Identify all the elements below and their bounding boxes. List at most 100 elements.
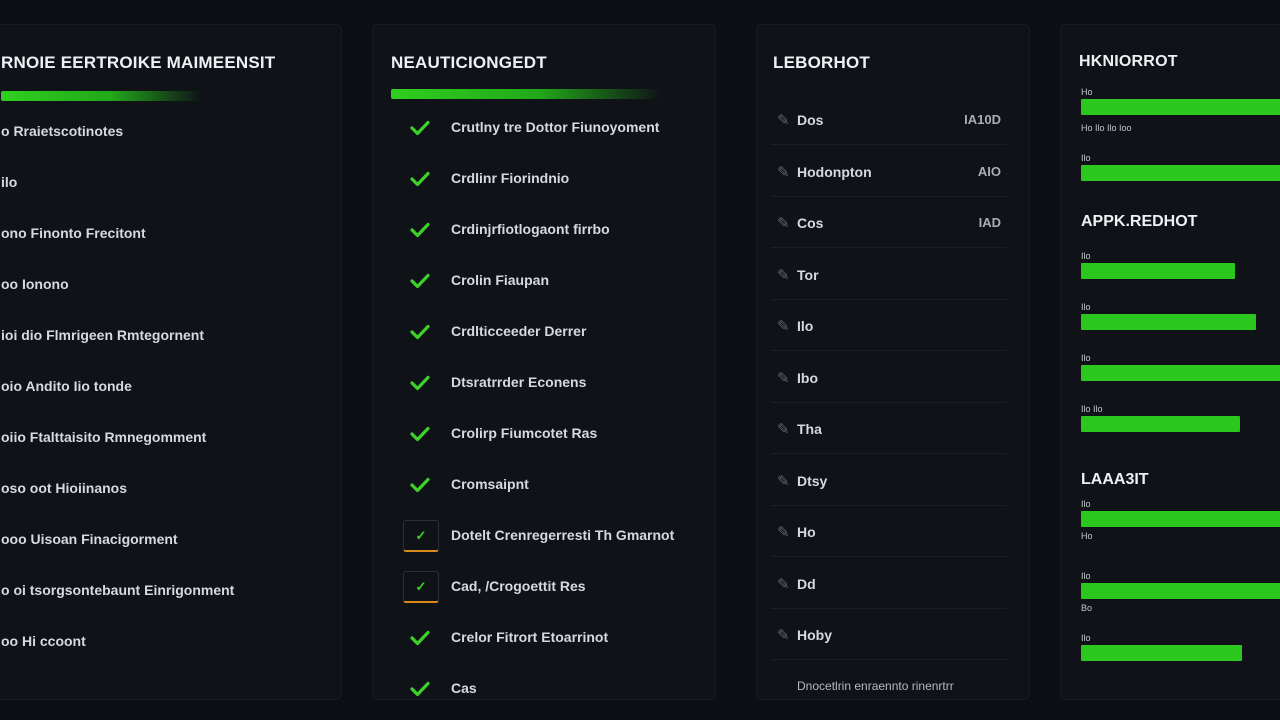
pencil-icon[interactable]: ✎ [777, 163, 793, 181]
menu-item[interactable]: oso oot Hioiinanos [1, 480, 127, 496]
menu-item[interactable]: ilo [1, 174, 17, 190]
pencil-icon[interactable]: ✎ [777, 472, 793, 490]
checklist-label[interactable]: Crutlny tre Dottor Fiunoyoment [451, 119, 659, 135]
leaderboard-panel: LEBORHOT ✎ Dos IA10D ✎ Hodonpton AIO ✎ Cos IAD ✎ T… [756, 24, 1030, 700]
warning-icon: ✓ [403, 571, 439, 603]
table-row[interactable]: ✎ Ho [771, 507, 1007, 557]
progress-fill [1081, 365, 1280, 381]
pencil-icon[interactable]: ✎ [777, 575, 793, 593]
table-row[interactable]: ✎ Dd [771, 559, 1007, 609]
menu-item[interactable]: ono Finonto Frecitont [1, 225, 146, 241]
progress-bar [1081, 583, 1280, 599]
row-value: IAD [978, 215, 1001, 230]
row-name: Ibo [797, 369, 818, 386]
section-title: APPK.REDHOT [1081, 213, 1198, 230]
menu-item[interactable]: o oi tsorgsontebaunt Einrigonment [1, 582, 234, 598]
bar-label: Ilo [1081, 153, 1091, 163]
bar-label: Ilo [1081, 353, 1091, 363]
progress-fill [1081, 99, 1280, 115]
pencil-icon[interactable]: ✎ [777, 369, 793, 387]
table-row[interactable]: ✎ Ibo [771, 353, 1007, 403]
table-row[interactable]: ✎ Cos IAD [771, 198, 1007, 248]
table-row[interactable]: ✎ Hoby [771, 610, 1007, 660]
row-name: Ho [797, 524, 816, 540]
progress-fill [1081, 416, 1240, 432]
progress-bar [1081, 511, 1280, 527]
checklist-label[interactable]: Cad, /Crogoettit Res [451, 578, 586, 594]
check-icon [409, 678, 431, 699]
bar-label: Ilo [1081, 251, 1091, 261]
pencil-icon[interactable]: ✎ [777, 626, 793, 644]
pencil-icon[interactable]: ✎ [777, 317, 793, 335]
menu-item[interactable]: o Rraietscotinotes [1, 123, 123, 139]
bar-label: Ilo [1081, 499, 1091, 509]
title-accent-bar [391, 89, 661, 99]
check-icon [409, 117, 431, 139]
checklist-label[interactable]: Crdlinr Fiorindnio [451, 170, 569, 186]
check-icon [409, 270, 431, 292]
row-value: AIO [977, 163, 1001, 179]
checklist-label[interactable]: Crelor Fitrort Etoarrinot [451, 629, 608, 645]
row-name: Ilo [797, 318, 814, 334]
bar-label: Ho Ilo Ilo Ioo [1081, 123, 1132, 133]
table-row[interactable]: ✎ Tor [771, 250, 1007, 300]
bar-label: Ilo Ilo [1081, 404, 1103, 414]
panel-title: LEBORHOT [773, 53, 870, 72]
checklist-label[interactable]: Crolirp Fiumcotet Ras [451, 425, 597, 441]
row-name: Tor [797, 266, 819, 283]
checklist-label[interactable]: Dotelt Crenregerresti Th Gmarnot [451, 527, 674, 543]
bar-label: Ilo [1081, 633, 1091, 643]
pencil-icon[interactable]: ✎ [777, 420, 793, 438]
bar-sublabel: Ho [1081, 531, 1093, 541]
progress-bar [1081, 365, 1280, 381]
bar-label: Ilo [1081, 571, 1091, 581]
check-icon [409, 219, 431, 241]
progress-bar [1081, 165, 1280, 181]
pencil-icon[interactable]: ✎ [777, 266, 793, 284]
menu-item[interactable]: ooo Uisoan Finacigorment [1, 531, 178, 547]
table-row[interactable]: ✎ Ilo [771, 301, 1007, 351]
progress-bar [1081, 99, 1280, 115]
menu-item[interactable]: ioi dio Flmrigeen Rmtegornent [1, 327, 204, 343]
menu-item[interactable]: oio Andito Iio tonde [1, 378, 132, 394]
checklist-label[interactable]: Cas [451, 680, 477, 696]
table-row[interactable]: ✎ Hodonpton AIO [771, 147, 1007, 197]
menu-item[interactable]: oo Ionono [1, 276, 69, 292]
checklist-label[interactable]: Crolin Fiaupan [451, 272, 549, 288]
progress-fill [1081, 583, 1280, 599]
pencil-icon[interactable]: ✎ [777, 111, 793, 129]
progress-fill [1081, 645, 1242, 661]
check-icon [409, 372, 431, 394]
progress-bar [1081, 645, 1280, 661]
progress-bar [1081, 314, 1280, 330]
menu-item[interactable]: oiio Ftalttaisito Rmnegomment [1, 429, 206, 445]
checklist-label[interactable]: Dtsratrrder Econens [451, 374, 586, 390]
row-value: IA10D [964, 112, 1001, 127]
row-name: Hodonpton [797, 163, 872, 180]
progress-fill [1081, 165, 1280, 181]
check-icon [409, 168, 431, 190]
bar-label: Ilo [1081, 302, 1091, 312]
row-name: Hoby [797, 627, 832, 643]
pencil-icon[interactable]: ✎ [777, 214, 793, 232]
row-name: Tha [797, 421, 822, 437]
pencil-icon[interactable]: ✎ [777, 523, 793, 541]
check-icon [409, 474, 431, 496]
table-row[interactable]: ✎ Dos IA10D [771, 95, 1007, 145]
table-row[interactable]: ✎ Dtsy [771, 456, 1007, 506]
progress-fill [1081, 314, 1256, 330]
menu-item[interactable]: oo Hi ccoont [1, 633, 86, 649]
title-accent-bar [1, 91, 201, 101]
bar-label: Ho [1081, 87, 1093, 97]
row-name: Dtsy [797, 472, 828, 489]
metrics-panel: HKNIORROT Ho Ho Ilo Ilo Ioo Ilo APPK.REDHOT… [1060, 24, 1280, 700]
table-row[interactable]: ✎ Tha [771, 404, 1007, 454]
progress-bar [1081, 263, 1280, 279]
panel-footer: Dnocetlrin enraennto rinenrtrr [797, 679, 954, 693]
checklist-label[interactable]: Crdlticceeder Derrer [451, 323, 586, 339]
checklist-label[interactable]: Cromsaipnt [451, 476, 529, 492]
warning-icon: ✓ [403, 520, 439, 552]
panel-title: HKNIORROT [1079, 53, 1178, 70]
checklist-label[interactable]: Crdinjrfiotlogaont firrbo [451, 221, 610, 237]
progress-fill [1081, 263, 1236, 279]
